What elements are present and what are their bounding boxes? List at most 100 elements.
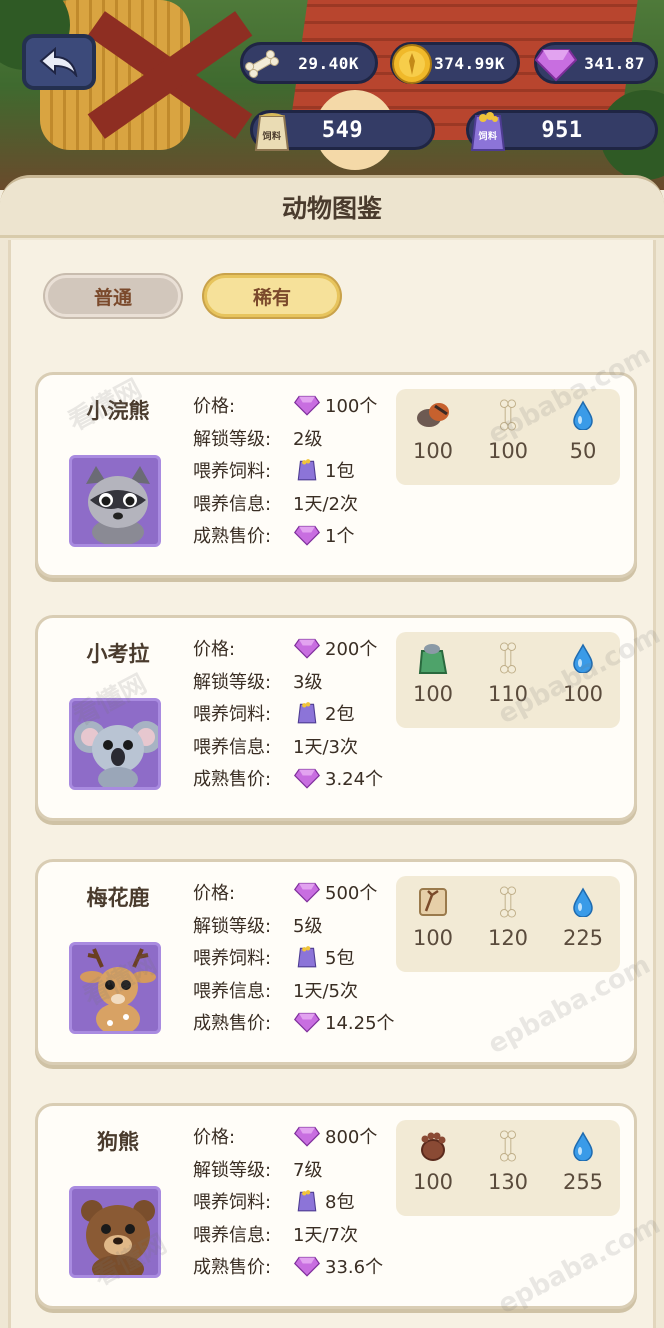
feed-info-value: 1天/5次 <box>293 980 358 1002</box>
farm-scene-background <box>0 0 664 190</box>
requirement-bone: 130 <box>471 1120 545 1216</box>
feed-info-label: 喂养信息: <box>193 736 272 758</box>
requirement-water-value: 225 <box>562 926 604 950</box>
sell-label: 成熟售价: <box>193 526 272 548</box>
sell-label: 成熟售价: <box>193 769 272 791</box>
requirement-item-value: 100 <box>412 682 454 706</box>
animal-name: 小浣熊 <box>86 399 150 423</box>
feed-info-value: 1天/3次 <box>293 736 358 758</box>
requirement-bone-value: 110 <box>487 682 529 706</box>
requirement-item: 100 <box>396 389 470 485</box>
antler-scroll-icon <box>396 884 470 920</box>
price-value: 800个 <box>325 1127 378 1149</box>
requirement-bone-value: 120 <box>487 926 529 950</box>
gem-icon <box>293 1009 321 1035</box>
feed-label: 喂养饲料: <box>193 461 272 483</box>
coins-counter[interactable]: 374.99K <box>390 42 520 84</box>
feed-info-label: 喂养信息: <box>193 980 272 1002</box>
requirement-item: 100 <box>396 1120 470 1216</box>
sell-row: 成熟售价: 3.24个 <box>193 762 453 795</box>
feed-sack-icon <box>293 944 321 970</box>
bear-paw-icon <box>396 1128 470 1164</box>
sell-value: 33.6个 <box>325 1257 384 1279</box>
animal-card[interactable]: 狗熊 价格: 800个 解锁等级: 7级 喂养饲料: 8包 喂养信息: 1天/7次 成熟… <box>35 1103 637 1309</box>
coin-icon <box>387 39 437 89</box>
tab-rare[interactable]: 稀有 <box>204 275 340 317</box>
panel-title: 动物图鉴 <box>0 178 664 238</box>
animal-portrait <box>69 698 161 790</box>
svg-text:饲料: 饲料 <box>261 130 281 142</box>
animal-name: 狗熊 <box>97 1130 139 1154</box>
gems-value: 341.87 <box>584 53 645 73</box>
unlock-value: 2级 <box>293 428 323 450</box>
rare-feed-counter[interactable]: 饲料 951 <box>466 110 658 151</box>
normal-feed-value: 549 <box>321 117 364 143</box>
requirements-box: 100 120 225 <box>396 876 620 972</box>
unlock-label: 解锁等级: <box>193 1159 272 1181</box>
feed-sack-icon <box>293 1188 321 1214</box>
animal-card[interactable]: 小浣熊 价格: 100个 解锁等级: 2级 喂养饲料: 1包 喂养信息: 1天/2次 成… <box>35 372 637 578</box>
water-drop-icon <box>546 1128 620 1164</box>
requirement-water: 255 <box>546 1120 620 1216</box>
animal-card[interactable]: 小考拉 价格: 200个 解锁等级: 3级 喂养饲料: 2包 喂养信息: 1天/3次 成… <box>35 615 637 821</box>
sell-value: 14.25个 <box>325 1013 395 1035</box>
feed-info-row: 喂养信息: 1天/2次 <box>193 487 453 520</box>
price-value: 200个 <box>325 639 378 661</box>
leaf-bag-icon <box>396 640 470 676</box>
feed-label: 喂养饲料: <box>193 704 272 726</box>
tab-normal[interactable]: 普通 <box>45 275 181 317</box>
sell-row: 成熟售价: 33.6个 <box>193 1250 453 1283</box>
sell-row: 成熟售价: 1个 <box>193 519 453 552</box>
bone-icon <box>471 884 545 920</box>
unlock-label: 解锁等级: <box>193 671 272 693</box>
feed-label: 喂养饲料: <box>193 948 272 970</box>
gem-icon <box>293 765 321 791</box>
bone-icon <box>471 640 545 676</box>
requirement-bone: 110 <box>471 632 545 728</box>
back-button[interactable] <box>22 34 96 90</box>
back-arrow-icon <box>39 47 78 77</box>
requirement-water-value: 255 <box>562 1170 604 1194</box>
water-drop-icon <box>546 640 620 676</box>
feed-value: 2包 <box>325 704 355 726</box>
animal-card[interactable]: 梅花鹿 价格: 500个 解锁等级: 5级 喂养饲料: 5包 喂养信息: 1天/5次 成… <box>35 859 637 1065</box>
animal-portrait <box>69 455 161 547</box>
feed-info-value: 1天/7次 <box>293 1224 358 1246</box>
requirement-item-value: 100 <box>412 439 454 463</box>
coins-value: 374.99K <box>434 53 505 73</box>
requirement-water-value: 50 <box>569 439 597 463</box>
water-drop-icon <box>546 397 620 433</box>
gem-icon <box>293 879 321 905</box>
price-label: 价格: <box>193 639 236 661</box>
bone-icon <box>471 1128 545 1164</box>
bones-value: 29.40K <box>298 53 359 73</box>
bones-counter[interactable]: 29.40K <box>240 42 378 84</box>
rare-feed-sack-icon: 饲料 <box>463 107 513 157</box>
feed-value: 5包 <box>325 948 355 970</box>
feed-value: 8包 <box>325 1192 355 1214</box>
bone-icon <box>237 39 287 89</box>
animal-name: 小考拉 <box>86 642 150 666</box>
requirement-bone-value: 130 <box>487 1170 529 1194</box>
animal-portrait <box>69 1186 161 1278</box>
requirement-item: 100 <box>396 632 470 728</box>
requirement-bone-value: 100 <box>487 439 529 463</box>
gems-counter[interactable]: 341.87 <box>534 42 658 84</box>
normal-feed-counter[interactable]: 饲料 549 <box>250 110 435 151</box>
svg-text:饲料: 饲料 <box>477 130 497 142</box>
unlock-value: 5级 <box>293 915 323 937</box>
feed-info-row: 喂养信息: 1天/3次 <box>193 730 453 763</box>
feed-sack-icon <box>293 457 321 483</box>
gem-icon <box>293 522 321 548</box>
feed-info-value: 1天/2次 <box>293 493 358 515</box>
unlock-value: 7级 <box>293 1159 323 1181</box>
price-label: 价格: <box>193 883 236 905</box>
price-value: 100个 <box>325 396 378 418</box>
sell-value: 3.24个 <box>325 769 384 791</box>
requirement-bone: 100 <box>471 389 545 485</box>
sell-row: 成熟售价: 14.25个 <box>193 1006 453 1039</box>
gem-icon <box>293 635 321 661</box>
water-drop-icon <box>546 884 620 920</box>
animal-portrait <box>69 942 161 1034</box>
requirement-water: 100 <box>546 632 620 728</box>
